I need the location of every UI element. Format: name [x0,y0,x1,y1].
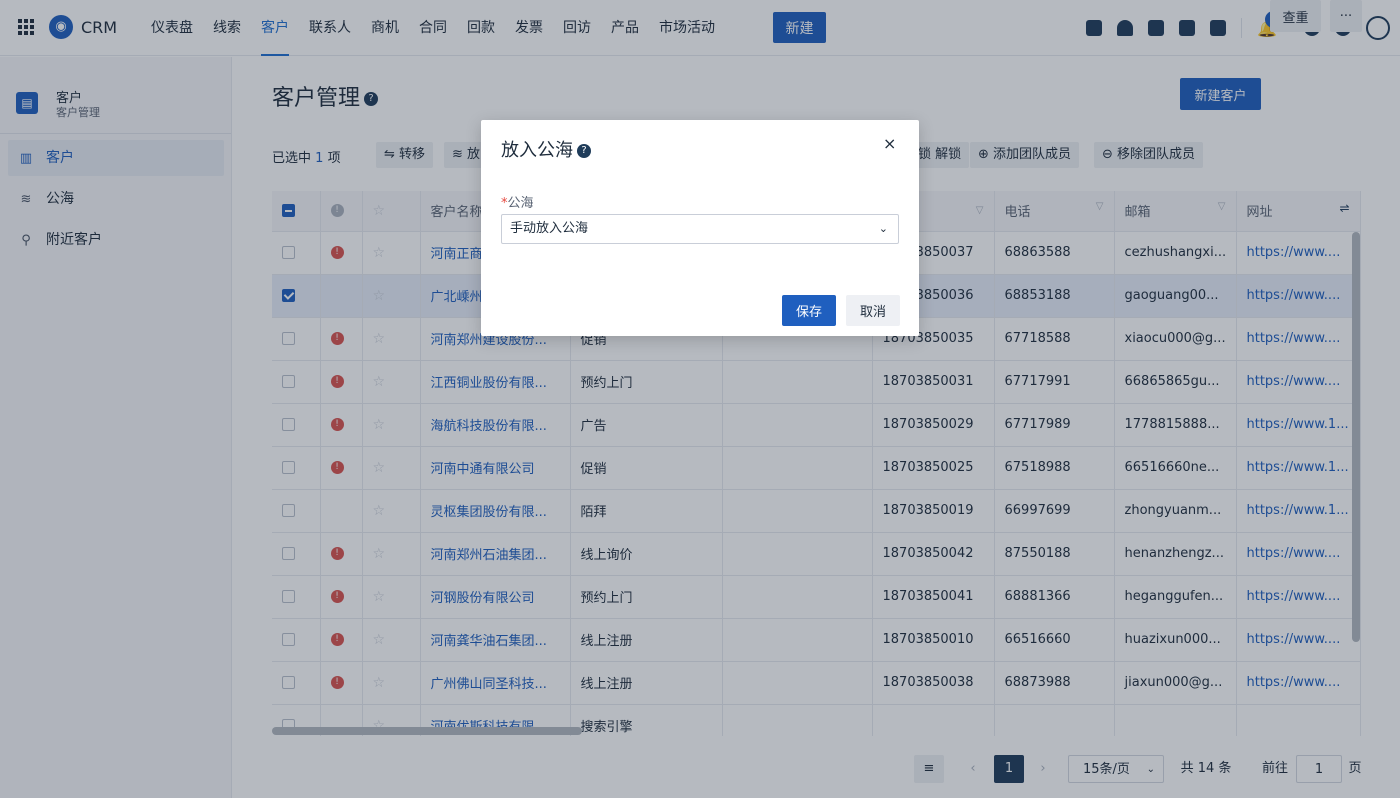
dialog-title: 放入公海? [501,136,591,162]
chevron-down-icon: ⌄ [878,222,888,235]
close-icon[interactable]: × [883,134,896,153]
dialog-title-text: 放入公海 [501,140,573,161]
cancel-button[interactable]: 取消 [846,295,900,326]
pool-label-text: 公海 [507,196,534,211]
help-icon[interactable]: ? [577,144,591,158]
pool-select[interactable]: 手动放入公海 ⌄ [501,214,899,244]
pool-field-label: *公海 [501,192,534,211]
move-to-pool-dialog: 放入公海? × *公海 手动放入公海 ⌄ 保存 取消 [481,120,919,336]
save-button[interactable]: 保存 [782,295,836,326]
pool-select-value: 手动放入公海 [510,221,589,236]
